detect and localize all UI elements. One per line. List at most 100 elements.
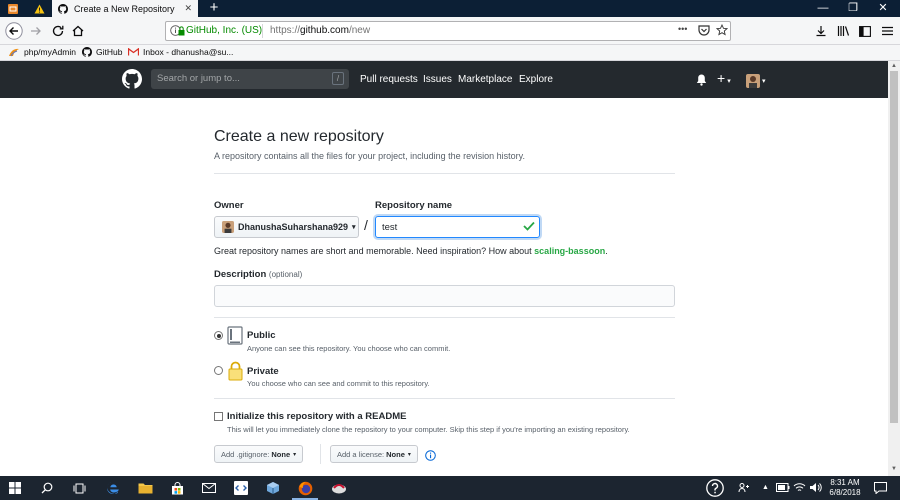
description-input[interactable] xyxy=(214,285,675,307)
library-button[interactable] xyxy=(833,21,853,41)
scrollbar-thumb[interactable] xyxy=(890,71,898,423)
taskbar-firefox[interactable] xyxy=(290,476,320,500)
page-title: Create a new repository xyxy=(214,128,384,145)
github-header: Search or jump to... / Pull requests Iss… xyxy=(0,61,888,98)
clock-time: 8:31 AM xyxy=(830,478,860,487)
url-host: github.com xyxy=(300,25,349,36)
minimize-button[interactable]: — xyxy=(808,0,838,17)
pinned-tab-mail[interactable] xyxy=(0,0,26,17)
forward-button[interactable] xyxy=(26,21,46,41)
system-clock[interactable]: 8:31 AM 6/8/2018 xyxy=(822,478,868,498)
folder-icon xyxy=(138,482,153,494)
new-tab-button[interactable]: + xyxy=(204,0,224,17)
address-bar[interactable]: GitHub, Inc. (US) https://github.com/new… xyxy=(165,21,731,41)
firefox-icon xyxy=(298,481,313,496)
gitignore-select[interactable]: Add .gitignore: None ▾ xyxy=(214,445,304,463)
browser-nav-bar: GitHub, Inc. (US) https://github.com/new… xyxy=(0,17,900,45)
close-tab-icon[interactable]: ✕ xyxy=(184,3,192,14)
hint-text: Great repository names are short and mem… xyxy=(214,246,535,256)
start-button[interactable] xyxy=(0,476,30,500)
taskbar-virtualbox[interactable] xyxy=(258,476,288,500)
reload-icon xyxy=(51,24,65,38)
pocket-icon[interactable] xyxy=(698,25,710,36)
phpmyadmin-icon xyxy=(8,48,20,57)
site-identity[interactable]: GitHub, Inc. (US) xyxy=(186,25,262,36)
downloads-button[interactable] xyxy=(811,21,831,41)
volume-icon[interactable] xyxy=(809,482,822,493)
page-actions-button[interactable]: ••• xyxy=(678,24,687,34)
license-select[interactable]: Add a license: None ▾ xyxy=(330,445,418,463)
home-icon xyxy=(71,24,85,38)
download-icon xyxy=(815,25,827,37)
app-icon xyxy=(331,482,347,494)
chevron-down-icon: ▾ xyxy=(352,224,356,231)
nav-issues[interactable]: Issues xyxy=(423,74,452,85)
nav-explore[interactable]: Explore xyxy=(519,74,553,85)
browser-tab-strip: Create a New Repository ✕ + — ❐ ✕ xyxy=(0,0,900,17)
pinned-tab-warning[interactable] xyxy=(26,0,52,17)
page-scrollbar[interactable]: ▲ ▼ xyxy=(888,61,900,476)
nav-pull-requests[interactable]: Pull requests xyxy=(360,74,418,85)
taskbar-file-explorer[interactable] xyxy=(130,476,160,500)
nav-marketplace[interactable]: Marketplace xyxy=(458,74,512,85)
name-hint: Great repository names are short and mem… xyxy=(214,246,608,256)
plus-icon: + xyxy=(717,70,726,86)
people-icon[interactable] xyxy=(738,482,750,494)
chevron-down-icon: ▾ xyxy=(727,78,731,85)
warning-icon xyxy=(34,4,45,14)
readme-checkbox[interactable] xyxy=(214,412,223,421)
scroll-down-icon[interactable]: ▼ xyxy=(891,466,897,472)
optional-tag: (optional) xyxy=(268,270,303,279)
public-repo-icon xyxy=(227,326,243,346)
sidebar-button[interactable] xyxy=(855,21,875,41)
back-button[interactable] xyxy=(4,21,24,41)
user-menu-button[interactable]: ▾ xyxy=(746,72,766,90)
divider xyxy=(214,317,675,318)
divider xyxy=(214,398,675,399)
url-prefix: https:// xyxy=(270,25,301,36)
wifi-icon[interactable] xyxy=(793,482,806,493)
mail-icon xyxy=(202,483,216,493)
windows-taskbar: ▲ 8:31 AM 6/8/2018 xyxy=(0,476,900,500)
info-icon[interactable] xyxy=(425,450,436,461)
repository-name-input[interactable]: test xyxy=(375,216,540,238)
maximize-button[interactable]: ❐ xyxy=(838,0,868,17)
scroll-up-icon[interactable]: ▲ xyxy=(891,63,897,69)
forward-arrow-icon xyxy=(29,24,43,38)
taskbar-store[interactable] xyxy=(162,476,192,500)
help-icon[interactable] xyxy=(706,479,724,497)
name-suggestion-link[interactable]: scaling-bassoon xyxy=(534,246,605,256)
github-search-input[interactable]: Search or jump to... / xyxy=(151,69,349,89)
public-radio[interactable] xyxy=(214,331,223,340)
bookmark-github[interactable]: GitHub xyxy=(82,47,122,57)
create-new-button[interactable]: + ▾ xyxy=(717,70,731,86)
repository-name-value: test xyxy=(382,222,398,233)
taskbar-vscode[interactable] xyxy=(226,476,256,500)
github-icon xyxy=(82,47,92,57)
action-center-icon[interactable] xyxy=(874,482,887,494)
virtualbox-cube-icon xyxy=(266,481,280,495)
tray-overflow-icon[interactable]: ▲ xyxy=(762,484,769,491)
home-button[interactable] xyxy=(68,21,88,41)
private-radio[interactable] xyxy=(214,366,223,375)
url-text[interactable]: https://github.com/new xyxy=(270,25,370,36)
github-logo-icon[interactable] xyxy=(122,69,142,89)
bookmark-star-icon[interactable] xyxy=(716,24,728,36)
taskbar-edge[interactable] xyxy=(98,476,128,500)
taskbar-app[interactable] xyxy=(324,476,354,500)
chevron-down-icon: ▾ xyxy=(762,77,766,85)
menu-button[interactable] xyxy=(877,21,897,41)
task-view-button[interactable] xyxy=(64,476,94,500)
bookmark-inbox[interactable]: Inbox - dhanusha@su... xyxy=(128,47,233,57)
lock-icon xyxy=(228,361,243,381)
tab-create-repository[interactable]: Create a New Repository ✕ xyxy=(52,0,198,17)
gitignore-value: None xyxy=(271,449,291,459)
taskbar-search-button[interactable] xyxy=(32,476,62,500)
close-window-button[interactable]: ✕ xyxy=(868,0,898,17)
taskbar-mail[interactable] xyxy=(194,476,224,500)
owner-select[interactable]: DhanushaSuharshana929 ▾ xyxy=(214,216,359,238)
notifications-bell-icon[interactable] xyxy=(696,74,707,86)
battery-icon[interactable] xyxy=(776,483,790,492)
reload-button[interactable] xyxy=(48,21,68,41)
bookmark-phpmyadmin[interactable]: php/myAdmin xyxy=(8,47,76,57)
